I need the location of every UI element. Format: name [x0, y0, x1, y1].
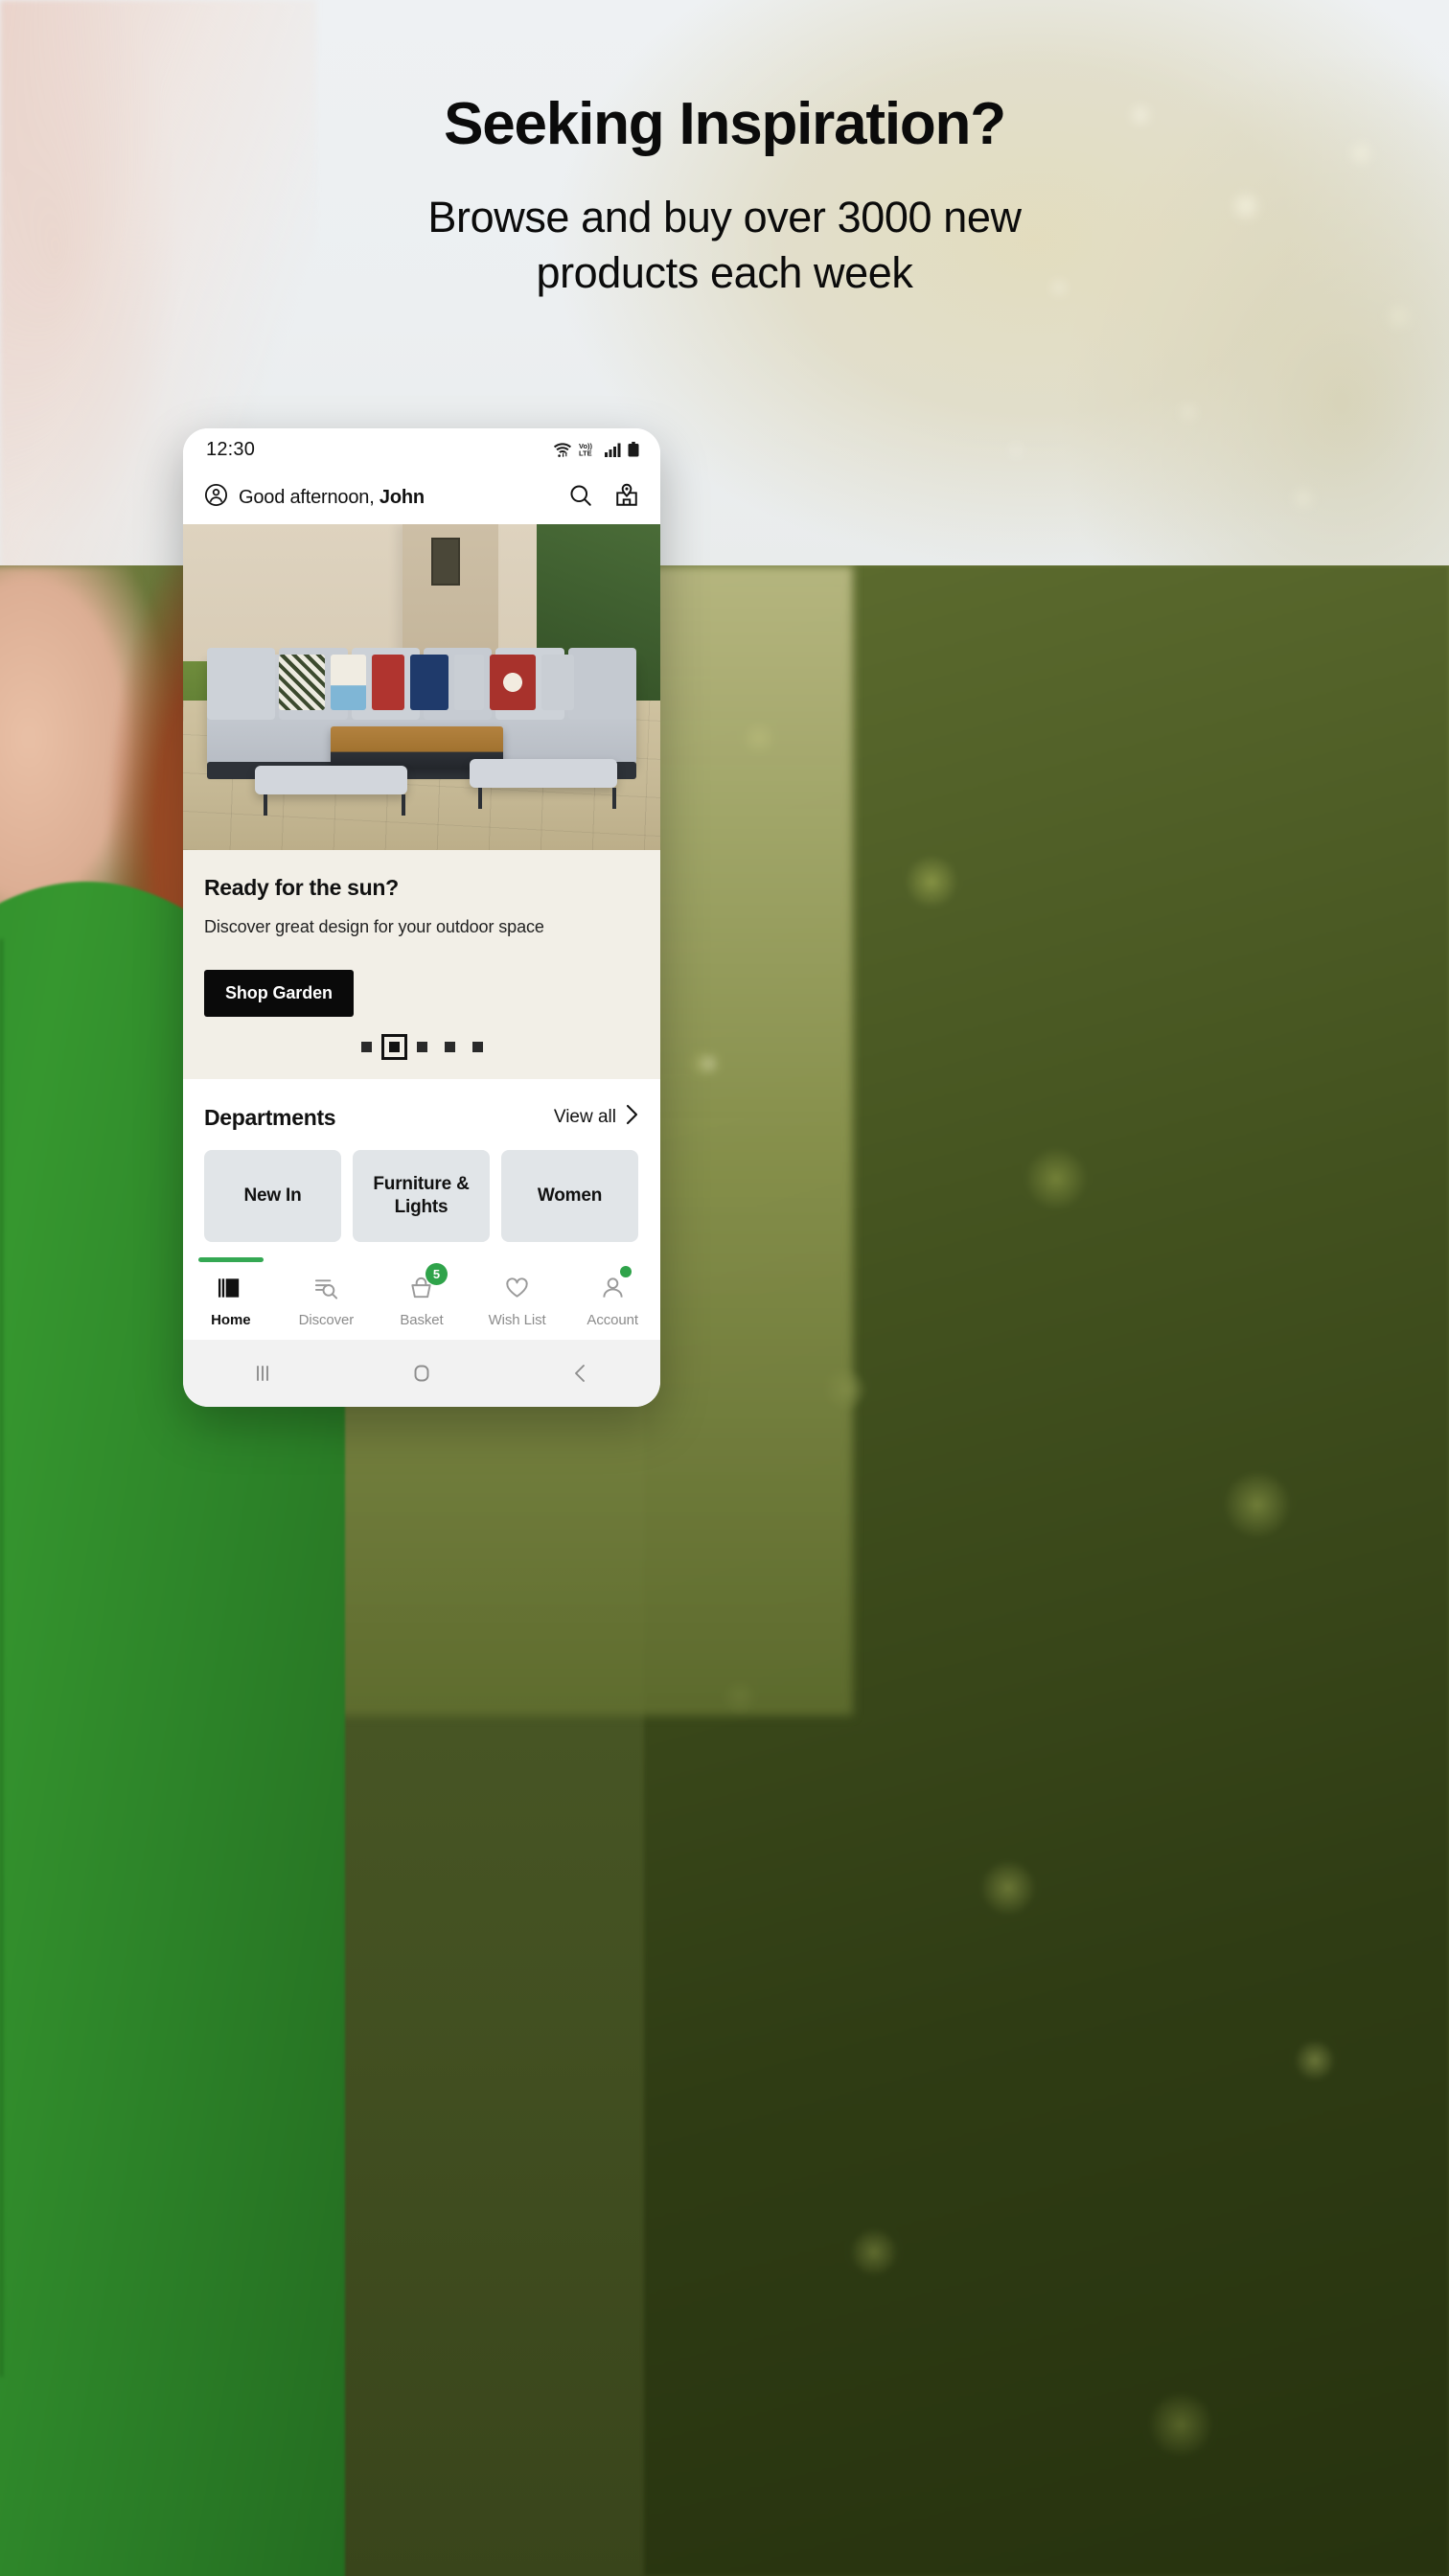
- department-chip-women[interactable]: Women: [501, 1150, 638, 1242]
- promo-subtitle-line2: products each week: [536, 247, 913, 297]
- basket-badge: 5: [425, 1263, 448, 1285]
- svg-text:LTE: LTE: [579, 449, 592, 458]
- view-all-label: View all: [553, 1107, 616, 1127]
- greeting-name: John: [379, 486, 425, 508]
- nav-active-indicator: [198, 1257, 264, 1262]
- wifi-icon: [553, 441, 572, 458]
- carousel-dot[interactable]: [472, 1042, 483, 1052]
- battery-icon: [628, 442, 639, 457]
- departments-chip-row[interactable]: New In Furniture & Lights Women: [204, 1150, 639, 1242]
- back-chevron-icon[interactable]: [568, 1361, 593, 1386]
- nav-item-wish-list[interactable]: Wish List: [470, 1257, 565, 1340]
- promo-card-body: Discover great design for your outdoor s…: [204, 917, 544, 936]
- promo-subtitle: Browse and buy over 3000 new products ea…: [0, 190, 1449, 300]
- status-bar: 12:30 Vo)) LTE: [183, 428, 660, 471]
- carousel-dot-active[interactable]: [380, 1034, 407, 1060]
- status-icon-group: Vo)) LTE: [553, 441, 639, 458]
- bottom-navigation: Home Discover 5 Basket Wish List Account: [183, 1257, 660, 1340]
- greeting-block[interactable]: Good afternoon, John: [204, 483, 568, 512]
- nav-item-basket[interactable]: 5 Basket: [374, 1257, 470, 1340]
- hero-product-image[interactable]: [183, 524, 660, 850]
- departments-section: Departments View all New In Furniture & …: [183, 1079, 660, 1242]
- promo-title: Seeking Inspiration?: [444, 91, 1006, 157]
- search-icon[interactable]: [568, 483, 593, 513]
- view-all-link[interactable]: View all: [554, 1104, 639, 1131]
- home-book-icon: [218, 1276, 243, 1305]
- nav-label-basket: Basket: [400, 1311, 444, 1328]
- person-icon: [600, 1276, 626, 1305]
- promo-card-heading: Ready for the sun?: [204, 875, 399, 900]
- signal-icon: [605, 443, 621, 457]
- chevron-right-icon: [626, 1104, 639, 1131]
- departments-title: Departments: [204, 1104, 336, 1130]
- marketing-copy: Seeking Inspiration? Browse and buy over…: [0, 91, 1449, 300]
- carousel-dot[interactable]: [444, 1042, 455, 1052]
- nav-label-home: Home: [211, 1311, 251, 1328]
- app-header-actions: [568, 483, 639, 513]
- recents-icon[interactable]: [250, 1361, 275, 1386]
- promo-subtitle-line1: Browse and buy over 3000 new: [427, 193, 1022, 242]
- account-circle-icon: [204, 483, 228, 512]
- department-chip-new-in[interactable]: New In: [204, 1150, 341, 1242]
- nav-item-home[interactable]: Home: [183, 1257, 279, 1340]
- hero-bench-right: [469, 758, 618, 809]
- hero-pillows: [278, 655, 575, 710]
- carousel-dot[interactable]: [360, 1042, 372, 1052]
- discover-search-icon: [313, 1276, 339, 1305]
- greeting-prefix: Good afternoon,: [239, 486, 380, 508]
- volte-icon: Vo)) LTE: [579, 441, 598, 458]
- promo-card: Ready for the sun? Discover great design…: [183, 850, 660, 1079]
- department-chip-furniture-lights[interactable]: Furniture & Lights: [353, 1150, 490, 1242]
- nav-label-account: Account: [586, 1311, 638, 1328]
- hero-bench-left: [254, 765, 408, 816]
- departments-header: Departments View all: [204, 1104, 639, 1131]
- greeting-text: Good afternoon, John: [239, 487, 425, 509]
- heart-icon: [504, 1276, 530, 1305]
- status-time: 12:30: [206, 438, 256, 460]
- store-locator-icon[interactable]: [614, 483, 639, 513]
- account-status-dot: [620, 1266, 632, 1277]
- home-square-icon[interactable]: [409, 1361, 434, 1386]
- nav-label-wish-list: Wish List: [488, 1311, 546, 1328]
- carousel-dot[interactable]: [416, 1042, 427, 1052]
- nav-item-account[interactable]: Account: [564, 1257, 660, 1340]
- nav-item-discover[interactable]: Discover: [279, 1257, 375, 1340]
- android-system-nav: [183, 1340, 660, 1407]
- nav-label-discover: Discover: [298, 1311, 355, 1328]
- phone-mockup: 12:30 Vo)) LTE Good afternoon, John Read…: [183, 428, 660, 1407]
- carousel-pagination[interactable]: [204, 1034, 639, 1060]
- app-header: Good afternoon, John: [183, 471, 660, 524]
- shop-garden-button[interactable]: Shop Garden: [204, 970, 354, 1017]
